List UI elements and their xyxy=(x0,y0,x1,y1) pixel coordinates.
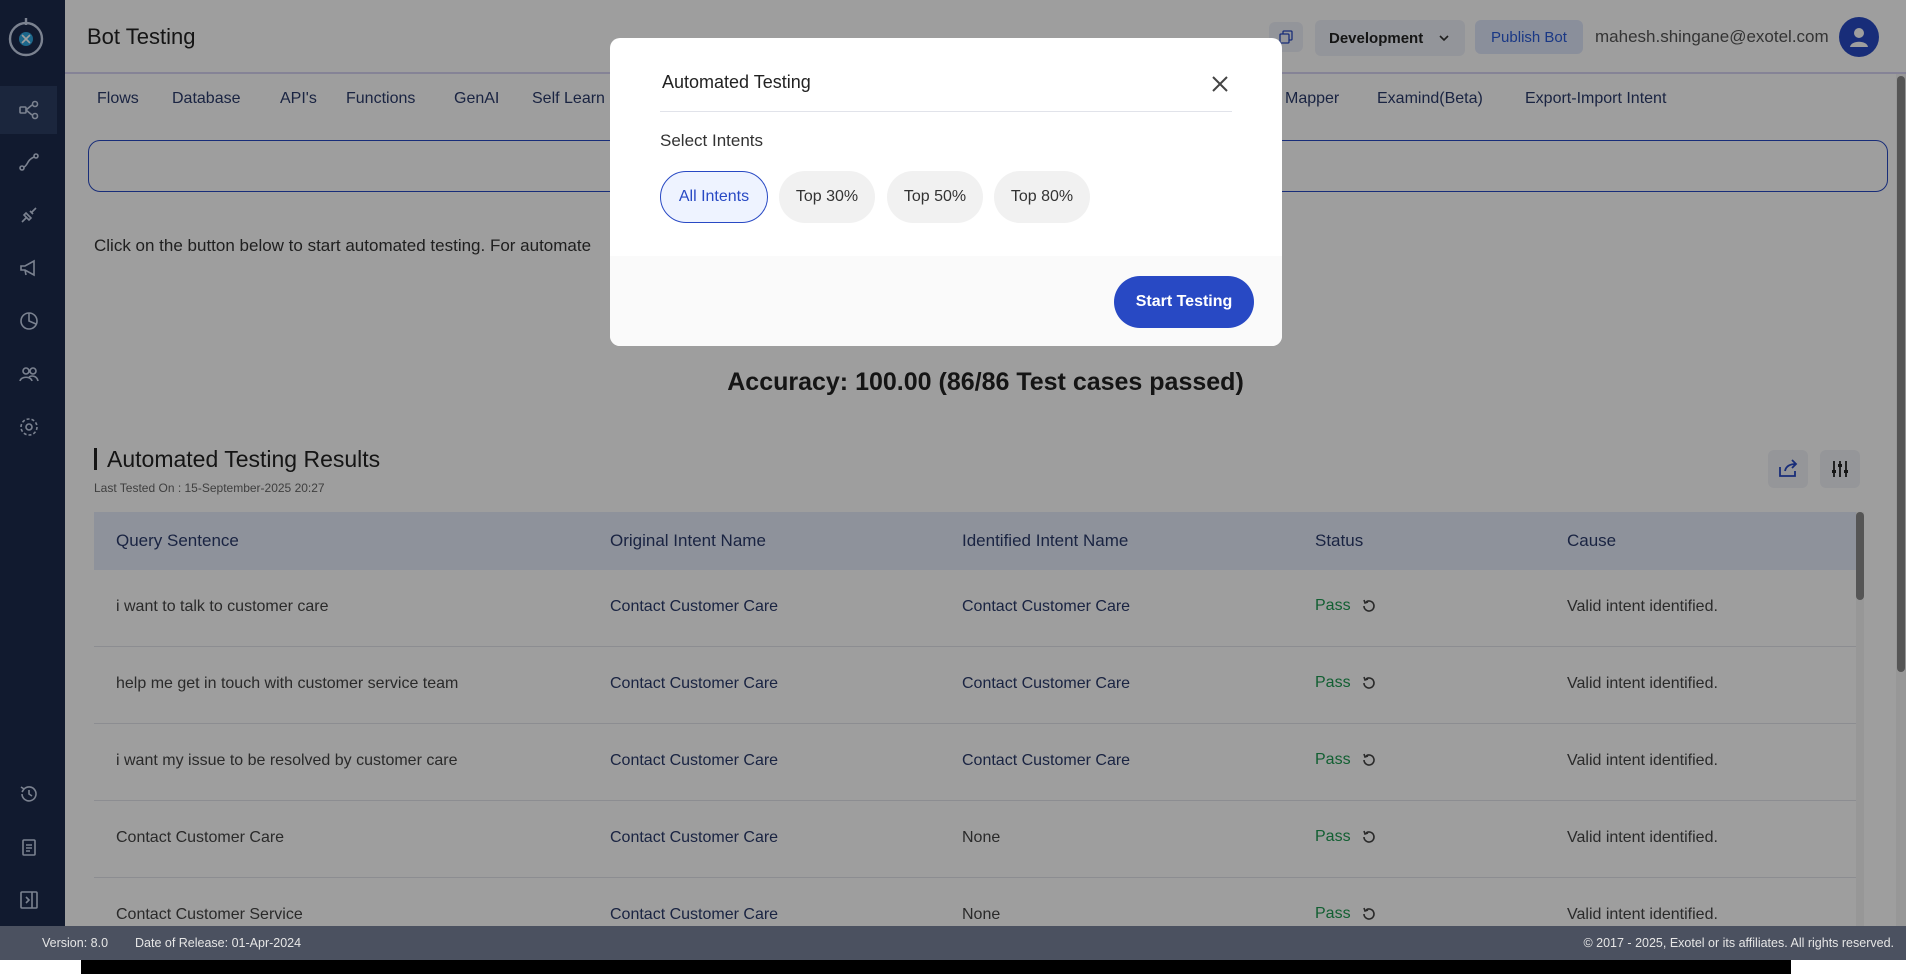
chip-top-80[interactable]: Top 80% xyxy=(994,171,1090,223)
bottom-bar xyxy=(81,960,1791,974)
version-text: Version: 8.0 xyxy=(42,936,109,950)
footer: Version: 8.0 Date of Release: 01-Apr-202… xyxy=(0,926,1906,960)
chip-top-50[interactable]: Top 50% xyxy=(887,171,983,223)
automated-testing-modal: Automated Testing Select Intents All Int… xyxy=(610,38,1282,346)
chip-top-30[interactable]: Top 30% xyxy=(779,171,875,223)
start-testing-button[interactable]: Start Testing xyxy=(1114,276,1254,328)
copyright-text: © 2017 - 2025, Exotel or its affiliates.… xyxy=(1583,936,1894,950)
select-intents-label: Select Intents xyxy=(660,131,764,150)
release-date: Date of Release: 01-Apr-2024 xyxy=(135,936,302,950)
close-icon[interactable] xyxy=(1208,72,1232,96)
chip-all-intents[interactable]: All Intents xyxy=(660,171,768,223)
modal-divider xyxy=(660,111,1232,112)
modal-title: Automated Testing xyxy=(662,72,811,92)
